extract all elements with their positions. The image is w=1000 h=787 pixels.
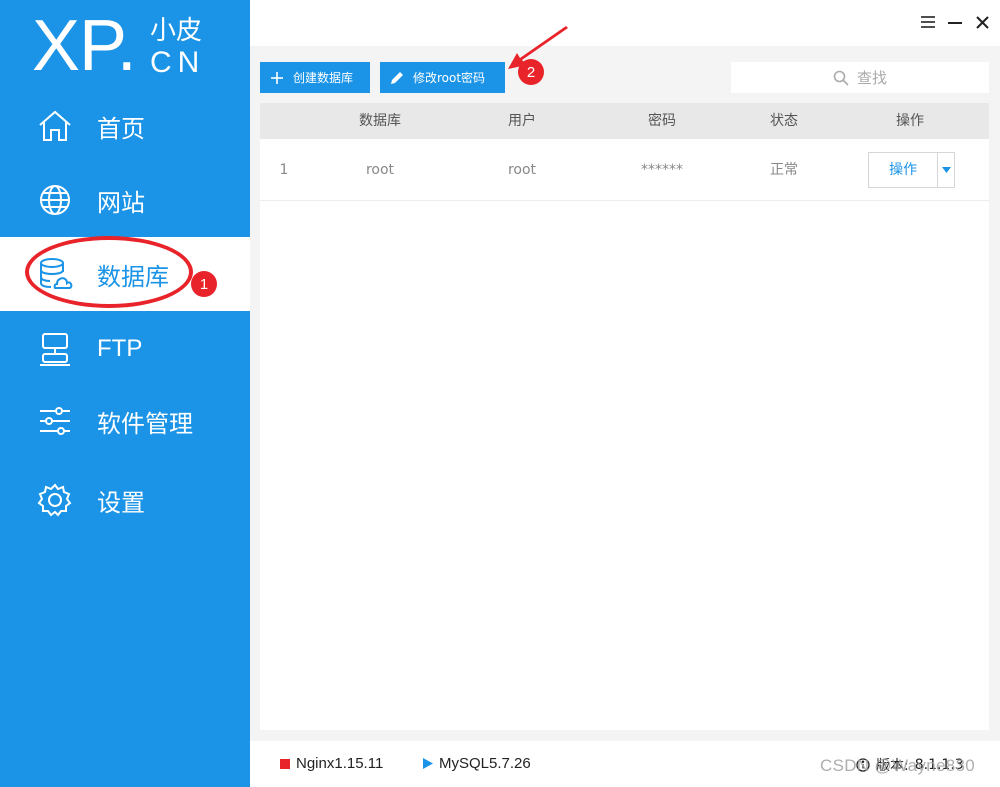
search-icon	[833, 70, 849, 86]
sliders-icon	[36, 402, 74, 440]
row-status: 正常	[770, 162, 798, 178]
logo-main: XP.	[32, 6, 137, 86]
annotation-badge-2: 2	[518, 59, 544, 85]
sidebar-item-label: 软件管理	[97, 409, 193, 438]
row-database: root	[365, 162, 395, 178]
column-header-status: 状态	[770, 113, 798, 129]
sidebar-item-label: FTP	[97, 335, 143, 362]
mysql-label: MySQL5.7.26	[439, 755, 531, 772]
row-password: ******	[641, 162, 683, 178]
sidebar-item-label: 网站	[97, 188, 145, 217]
change-root-password-label: 修改root密码	[413, 71, 486, 85]
dropdown-caret-icon[interactable]	[937, 153, 954, 187]
nginx-label: Nginx1.15.11	[296, 755, 384, 772]
create-database-label: 创建数据库	[293, 71, 354, 85]
sidebar-item-label: 首页	[97, 114, 145, 143]
minimize-icon[interactable]	[945, 12, 965, 32]
row-index: 1	[279, 162, 289, 178]
stopped-indicator-icon	[280, 758, 290, 769]
pencil-icon	[390, 71, 404, 85]
nginx-status[interactable]: Nginx1.15.11	[280, 755, 383, 772]
mysql-status[interactable]: MySQL5.7.26	[423, 755, 531, 772]
column-header-password: 密码	[648, 113, 676, 129]
title-bar	[250, 0, 1000, 46]
sidebar-item-label: 设置	[97, 488, 145, 517]
create-database-button[interactable]: 创建数据库	[260, 62, 370, 93]
globe-icon	[36, 181, 74, 219]
sidebar-item-software[interactable]: 软件管理	[0, 384, 250, 458]
menu-icon[interactable]	[918, 12, 938, 32]
column-header-database: 数据库	[359, 113, 401, 129]
search-input[interactable]: 查找	[731, 62, 989, 93]
row-user: root	[507, 162, 537, 178]
column-header-action: 操作	[896, 113, 924, 129]
row-action-label: 操作	[889, 162, 918, 178]
column-header-user: 用户	[508, 113, 536, 129]
annotation-badge-1: 1	[191, 271, 217, 297]
home-icon	[36, 107, 74, 145]
close-icon[interactable]	[972, 12, 992, 32]
table-row: 1 root root ****** 正常 操作	[260, 139, 989, 201]
annotation-ellipse	[25, 236, 193, 308]
gear-icon	[36, 481, 74, 519]
running-indicator-icon	[423, 758, 433, 769]
app-logo: XP. 小皮 CN	[32, 10, 232, 82]
sidebar-item-home[interactable]: 首页	[0, 89, 250, 163]
watermark: CSDN @Wayne830	[820, 756, 975, 775]
search-placeholder: 查找	[856, 69, 887, 87]
sidebar-item-ftp[interactable]: FTP	[0, 312, 250, 386]
plus-icon	[270, 71, 284, 85]
database-table: 数据库 用户 密码 状态 操作 1 root root ****** 正常 操作	[260, 103, 989, 730]
ftp-server-icon	[36, 330, 74, 368]
table-header: 数据库 用户 密码 状态 操作	[260, 103, 989, 139]
row-action-button[interactable]: 操作	[868, 152, 955, 188]
sidebar: XP. 小皮 CN 首页 网站 数据库 FTP 软件管理 设置 1	[0, 0, 250, 787]
change-root-password-button[interactable]: 修改root密码	[380, 62, 505, 93]
logo-sub: 小皮	[150, 16, 203, 46]
main-panel: 创建数据库 修改root密码 查找 2 数据库 用户 密码 状态 操作 1 ro…	[250, 0, 1000, 787]
logo-cn: CN	[150, 46, 206, 79]
sidebar-item-website[interactable]: 网站	[0, 163, 250, 237]
sidebar-item-settings[interactable]: 设置	[0, 463, 250, 537]
